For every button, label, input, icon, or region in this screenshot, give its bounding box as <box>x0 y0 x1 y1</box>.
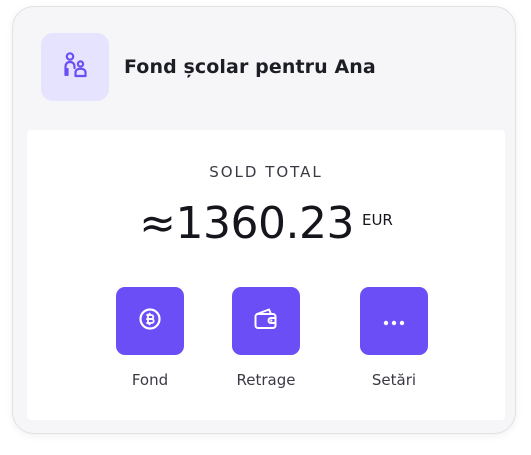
withdraw-action[interactable]: Retrage <box>211 287 321 389</box>
balance-currency: EUR <box>361 211 393 229</box>
school-fund-card: Fond școlar pentru Ana SOLD TOTAL ≈1360.… <box>12 6 516 434</box>
settings-label: Setări <box>371 371 417 389</box>
withdraw-button[interactable] <box>232 287 300 355</box>
fund-label: Fond <box>131 371 169 389</box>
balance-row: ≈1360.23 EUR <box>27 198 505 250</box>
card-header: Fond școlar pentru Ana <box>41 33 495 101</box>
settings-action[interactable]: Setări <box>339 287 449 389</box>
card-title: Fond școlar pentru Ana <box>124 56 376 78</box>
more-icon <box>382 312 406 331</box>
fund-action[interactable]: Fond <box>95 287 205 389</box>
balance-label: SOLD TOTAL <box>209 163 323 181</box>
wallet-icon <box>252 306 280 336</box>
action-bar: Fond Retrage Setări <box>27 287 505 397</box>
coin-icon <box>138 307 162 335</box>
fund-button[interactable] <box>116 287 184 355</box>
family-icon <box>60 50 90 84</box>
settings-button[interactable] <box>360 287 428 355</box>
avatar <box>41 33 109 101</box>
balance-amount: ≈1360.23 <box>139 198 354 249</box>
withdraw-label: Retrage <box>236 371 296 389</box>
balance-panel: SOLD TOTAL ≈1360.23 EUR Fond Retrage Set… <box>27 130 505 420</box>
